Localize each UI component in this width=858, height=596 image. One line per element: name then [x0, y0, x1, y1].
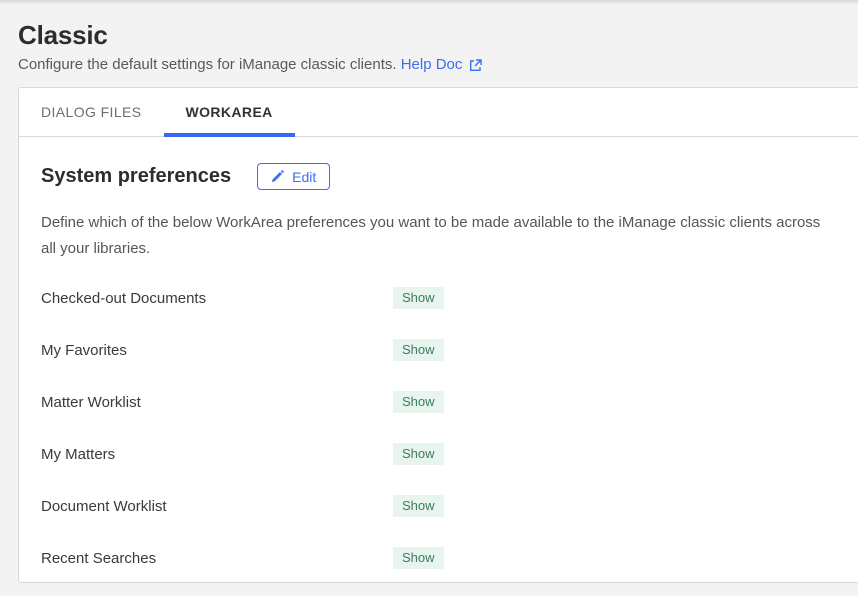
tab-workarea[interactable]: WORKAREA — [164, 88, 295, 136]
page-title: Classic — [18, 20, 840, 50]
edit-button[interactable]: Edit — [257, 163, 330, 190]
preference-row: My Favorites Show — [41, 324, 836, 376]
page-subtitle: Configure the default settings for iMana… — [18, 55, 840, 75]
status-badge: Show — [393, 339, 444, 361]
preference-label: Checked-out Documents — [41, 290, 393, 307]
page-subtitle-text: Configure the default settings for iMana… — [18, 56, 397, 73]
preference-label: My Matters — [41, 446, 393, 463]
help-doc-link-label: Help Doc — [401, 55, 463, 75]
preference-row: Document Worklist Show — [41, 480, 836, 532]
tab-dialog-files[interactable]: DIALOG FILES — [19, 88, 164, 136]
help-doc-link[interactable]: Help Doc — [401, 55, 483, 75]
preference-label: Matter Worklist — [41, 394, 393, 411]
pencil-icon — [271, 170, 284, 183]
top-shadow — [0, 0, 858, 5]
preference-list: Checked-out Documents Show My Favorites … — [41, 272, 836, 584]
external-link-icon — [469, 59, 482, 72]
workarea-panel: System preferences Edit Define which of … — [19, 163, 858, 584]
status-badge: Show — [393, 495, 444, 517]
preference-label: Recent Searches — [41, 550, 393, 567]
preference-label: My Favorites — [41, 342, 393, 359]
settings-card: DIALOG FILES WORKAREA System preferences… — [18, 87, 858, 583]
page-header: Classic Configure the default settings f… — [0, 0, 858, 75]
section-title: System preferences — [41, 165, 231, 188]
preference-label: Document Worklist — [41, 498, 393, 515]
section-description: Define which of the below WorkArea prefe… — [41, 210, 833, 262]
section-header: System preferences Edit — [41, 163, 836, 190]
active-tab-indicator — [164, 133, 295, 137]
preference-row: My Matters Show — [41, 428, 836, 480]
preference-row: Matter Worklist Show — [41, 376, 836, 428]
tab-bar: DIALOG FILES WORKAREA — [19, 88, 858, 137]
status-badge: Show — [393, 391, 444, 413]
edit-button-label: Edit — [292, 169, 316, 185]
preference-row: Recent Searches Show — [41, 532, 836, 584]
status-badge: Show — [393, 443, 444, 465]
status-badge: Show — [393, 547, 444, 569]
preference-row: Checked-out Documents Show — [41, 272, 836, 324]
status-badge: Show — [393, 287, 444, 309]
tab-workarea-label: WORKAREA — [186, 104, 273, 120]
